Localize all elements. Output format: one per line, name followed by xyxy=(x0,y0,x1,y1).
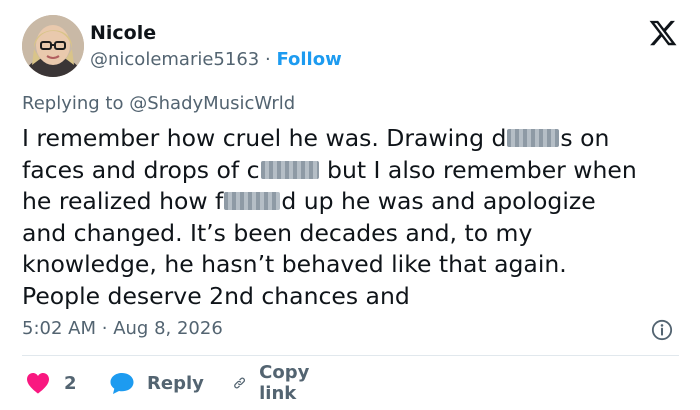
tweet-line: I remember how cruel he was. Drawing d s … xyxy=(22,123,682,155)
timestamp[interactable]: 5:02 AM · Aug 8, 2026 xyxy=(22,318,223,339)
reply-button[interactable]: Reply xyxy=(109,370,204,396)
handle-separator: · xyxy=(264,49,271,70)
heart-icon xyxy=(27,373,49,394)
redaction-blur xyxy=(507,129,560,147)
tweet-text-segment: I remember how cruel he was. Drawing d xyxy=(22,124,507,152)
info-icon[interactable] xyxy=(651,319,673,341)
tweet-line: People deserve 2nd chances and xyxy=(22,281,410,310)
tweet-card: Nicole @nicolemarie5163 · Follow Replyin… xyxy=(0,0,700,410)
copy-link-button[interactable]: Copy link xyxy=(232,362,318,404)
divider xyxy=(22,355,679,356)
redaction-blur xyxy=(260,160,319,179)
link-icon xyxy=(234,377,246,389)
timestamp-separator: · xyxy=(101,318,108,339)
like-button[interactable]: 2 xyxy=(26,370,77,396)
reply-bubble-icon xyxy=(110,373,134,394)
tweet-text-segment: he realized how f xyxy=(22,187,224,215)
follow-button[interactable]: Follow xyxy=(276,49,341,70)
tweet-text-segment: but I also remember when xyxy=(319,155,637,184)
tweet-text-segment: faces and drops of c xyxy=(22,155,260,184)
tweet-line: he realized how f d up he was and apologi… xyxy=(22,186,682,218)
tweet-line: knowledge, he hasn’t behaved like that a… xyxy=(22,250,567,278)
redaction-blur xyxy=(224,192,281,210)
avatar[interactable] xyxy=(22,15,84,77)
tweet-line: faces and drops of c but I also remember… xyxy=(22,155,682,187)
x-logo-icon[interactable] xyxy=(648,18,678,48)
author-handle[interactable]: @nicolemarie5163 xyxy=(90,49,259,70)
tweet-text-segment: s on xyxy=(560,124,610,152)
author-name[interactable]: Nicole xyxy=(90,22,156,44)
author-handle-row: @nicolemarie5163 · Follow xyxy=(90,49,342,70)
tweet-date: Aug 8, 2026 xyxy=(113,318,223,339)
reply-label: Reply xyxy=(147,372,204,394)
tweet-text: I remember how cruel he was. Drawing d s … xyxy=(22,123,682,312)
copy-link-label: Copy link xyxy=(259,362,310,404)
replying-prefix: Replying to xyxy=(22,93,124,114)
tweet-time: 5:02 AM xyxy=(22,318,96,339)
tweet-line: and changed. It’s been decades and, to m… xyxy=(22,218,533,247)
replying-to: Replying to @ShadyMusicWrld xyxy=(22,93,295,114)
like-count: 2 xyxy=(64,372,77,394)
reply-target-handle[interactable]: @ShadyMusicWrld xyxy=(129,93,295,114)
tweet-text-segment: d up he was and apologize xyxy=(281,187,596,215)
